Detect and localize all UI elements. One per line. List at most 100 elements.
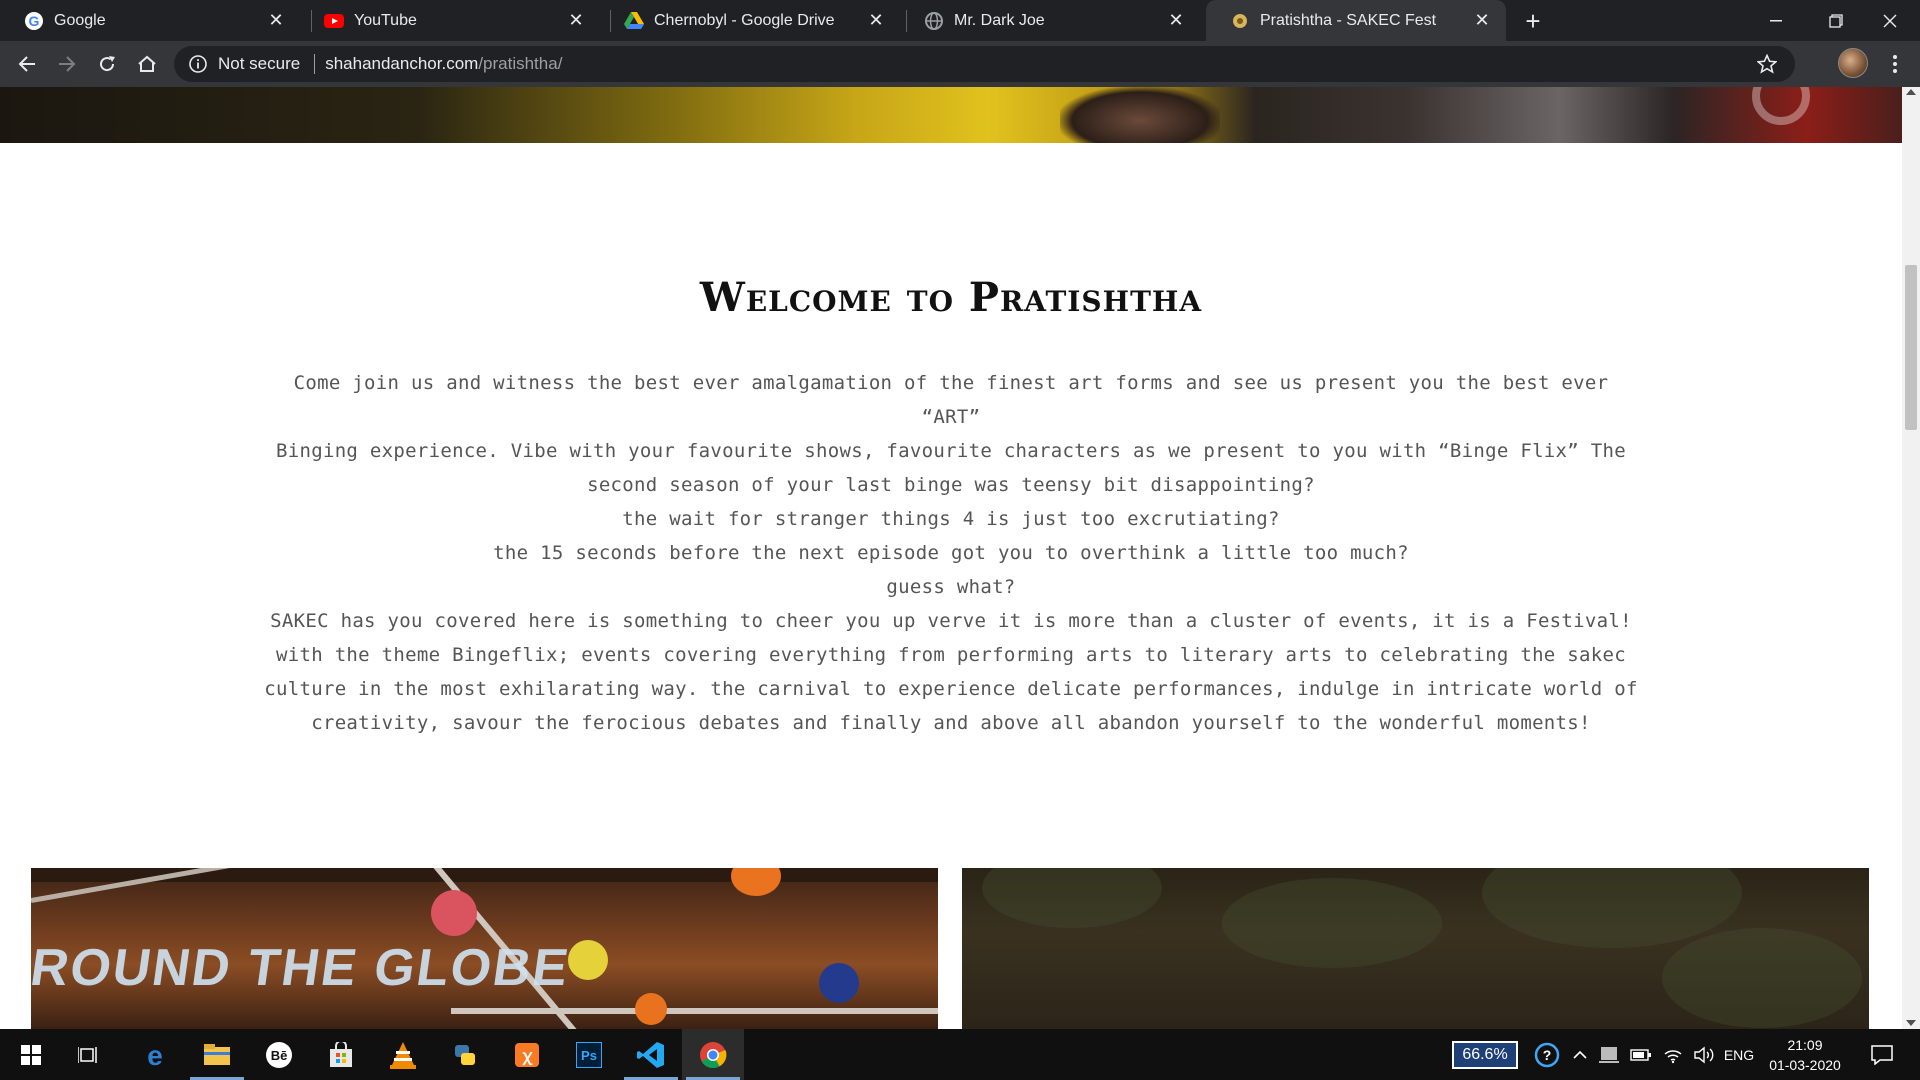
windows-icon xyxy=(21,1044,41,1065)
tab-title: YouTube xyxy=(354,11,417,29)
taskbar-photoshop[interactable]: Ps xyxy=(558,1029,620,1080)
close-icon xyxy=(1883,14,1897,27)
close-icon[interactable]: ✕ xyxy=(1470,9,1494,33)
taskbar-chrome[interactable] xyxy=(682,1029,744,1080)
gallery-photo-decor[interactable]: ROUND THE GLOBE xyxy=(31,868,938,1029)
language-indicator[interactable]: ENG xyxy=(1720,1029,1758,1080)
restore-button[interactable] xyxy=(1806,0,1866,41)
lantern xyxy=(568,940,608,980)
url-path: /pratishtha/ xyxy=(478,54,563,73)
page-scrollbar[interactable] xyxy=(1902,87,1920,1029)
intro-line: the 15 seconds before the next episode g… xyxy=(493,542,1409,564)
page-viewport: Welcome to Pratishtha Come join us and w… xyxy=(0,87,1902,1029)
edge-icon: e xyxy=(147,1041,163,1069)
vscode-icon xyxy=(637,1041,664,1068)
address-bar[interactable]: Not secure shahandanchor.com /pratishtha… xyxy=(174,46,1795,82)
photoshop-icon: Ps xyxy=(576,1041,602,1068)
arrow-right-icon xyxy=(59,56,76,72)
intro-line: SAKEC has you covered here is something … xyxy=(270,610,1632,632)
bookmark-star-icon[interactable] xyxy=(1757,54,1777,74)
start-button[interactable] xyxy=(0,1029,62,1080)
zoom-level-badge[interactable]: 66.6% xyxy=(1452,1041,1518,1069)
volume-tray-button[interactable] xyxy=(1690,1029,1720,1080)
taskbar-behance[interactable]: Bē xyxy=(248,1029,310,1080)
forward-button[interactable] xyxy=(51,48,83,80)
reload-button[interactable] xyxy=(91,48,123,80)
chrome-icon xyxy=(700,1041,727,1068)
device-icon xyxy=(1599,1046,1619,1063)
taskbar-python[interactable] xyxy=(434,1029,496,1080)
tab-strip: G Google ✕ YouTube ✕ Chernobyl - Google … xyxy=(0,0,1920,41)
battery-tray-button[interactable] xyxy=(1626,1029,1656,1080)
tab-title: Google xyxy=(54,11,106,29)
tab-google[interactable]: G Google ✕ xyxy=(0,0,300,41)
scrollbar-thumb[interactable] xyxy=(1905,265,1917,430)
hero-ring-graphic xyxy=(1752,87,1810,125)
gallery-photo-trees[interactable] xyxy=(962,868,1869,1029)
info-icon[interactable] xyxy=(188,54,208,74)
intro-line: Come join us and witness the best ever a… xyxy=(293,372,1609,428)
notification-icon xyxy=(1871,1044,1893,1065)
task-view-button[interactable] xyxy=(58,1029,120,1080)
action-center-button[interactable] xyxy=(1862,1029,1902,1080)
taskbar-xampp[interactable]: ꭓ xyxy=(496,1029,558,1080)
tab-pratishtha[interactable]: Pratishtha - SAKEC Fest ✕ xyxy=(1206,0,1506,41)
vlc-icon xyxy=(390,1041,416,1069)
task-view-icon xyxy=(78,1046,97,1063)
back-button[interactable] xyxy=(11,48,43,80)
taskbar-file-explorer[interactable] xyxy=(186,1029,248,1080)
lantern xyxy=(635,993,667,1025)
hero-figure xyxy=(1060,87,1220,143)
scroll-down-icon[interactable] xyxy=(1906,1020,1916,1026)
url-host: shahandanchor.com xyxy=(325,54,479,73)
lantern xyxy=(731,868,781,896)
intro-paragraph: Come join us and witness the best ever a… xyxy=(260,366,1642,740)
behance-icon: Bē xyxy=(266,1041,292,1068)
close-icon[interactable]: ✕ xyxy=(564,9,588,33)
svg-text:?: ? xyxy=(1543,1047,1552,1063)
system-clock[interactable]: 21:09 01-03-2020 xyxy=(1760,1035,1850,1075)
tab-google-drive[interactable]: Chernobyl - Google Drive ✕ xyxy=(600,0,900,41)
close-icon[interactable]: ✕ xyxy=(864,9,888,33)
banner-sign: ROUND THE GLOBE xyxy=(31,939,574,997)
taskbar-vlc[interactable] xyxy=(372,1029,434,1080)
new-tab-button[interactable]: + xyxy=(1518,6,1548,36)
restore-icon xyxy=(1829,13,1843,28)
tab-mr-dark-joe[interactable]: Mr. Dark Joe ✕ xyxy=(900,0,1200,41)
battery-icon xyxy=(1630,1048,1651,1061)
minimize-button[interactable] xyxy=(1746,0,1806,41)
minimize-icon xyxy=(1770,19,1782,21)
show-hidden-icons-button[interactable] xyxy=(1568,1029,1592,1080)
device-tray-button[interactable] xyxy=(1594,1029,1624,1080)
tab-title: Mr. Dark Joe xyxy=(954,11,1045,29)
intro-line: creativity, savour the ferocious debates… xyxy=(311,712,1591,734)
intro-line: guess what? xyxy=(886,576,1016,598)
wifi-tray-button[interactable] xyxy=(1658,1029,1688,1080)
svg-text:e: e xyxy=(147,1041,163,1069)
taskbar-vscode[interactable] xyxy=(620,1029,682,1080)
reload-icon xyxy=(100,56,115,72)
intro-line: culture in the most exhilarating way. th… xyxy=(264,678,1638,700)
menu-button[interactable] xyxy=(1880,48,1910,80)
svg-text:Ps: Ps xyxy=(581,1048,597,1063)
svg-text:Bē: Bē xyxy=(271,1048,288,1063)
wifi-icon xyxy=(1664,1049,1682,1063)
profile-avatar[interactable] xyxy=(1838,48,1868,78)
help-tray-button[interactable]: ? xyxy=(1530,1029,1564,1080)
taskbar-store[interactable] xyxy=(310,1029,372,1080)
svg-text:ꭓ: ꭓ xyxy=(522,1048,533,1066)
help-icon: ? xyxy=(1534,1042,1560,1067)
close-icon[interactable]: ✕ xyxy=(264,9,288,33)
tab-youtube[interactable]: YouTube ✕ xyxy=(300,0,600,41)
xampp-icon: ꭓ xyxy=(515,1042,539,1067)
windows-taskbar: e Bē ꭓ Ps 66.6% ? ENG 21:09 01-03-2020 xyxy=(0,1029,1920,1080)
page-title: Welcome to Pratishtha xyxy=(699,274,1203,321)
clock-date: 01-03-2020 xyxy=(1769,1057,1841,1073)
taskbar-edge[interactable]: e xyxy=(124,1029,186,1080)
google-icon: G xyxy=(24,11,44,31)
scroll-up-icon[interactable] xyxy=(1906,89,1916,95)
home-button[interactable] xyxy=(131,48,163,80)
close-window-button[interactable] xyxy=(1860,0,1920,41)
close-icon[interactable]: ✕ xyxy=(1164,9,1188,33)
site-favicon xyxy=(1230,11,1250,31)
